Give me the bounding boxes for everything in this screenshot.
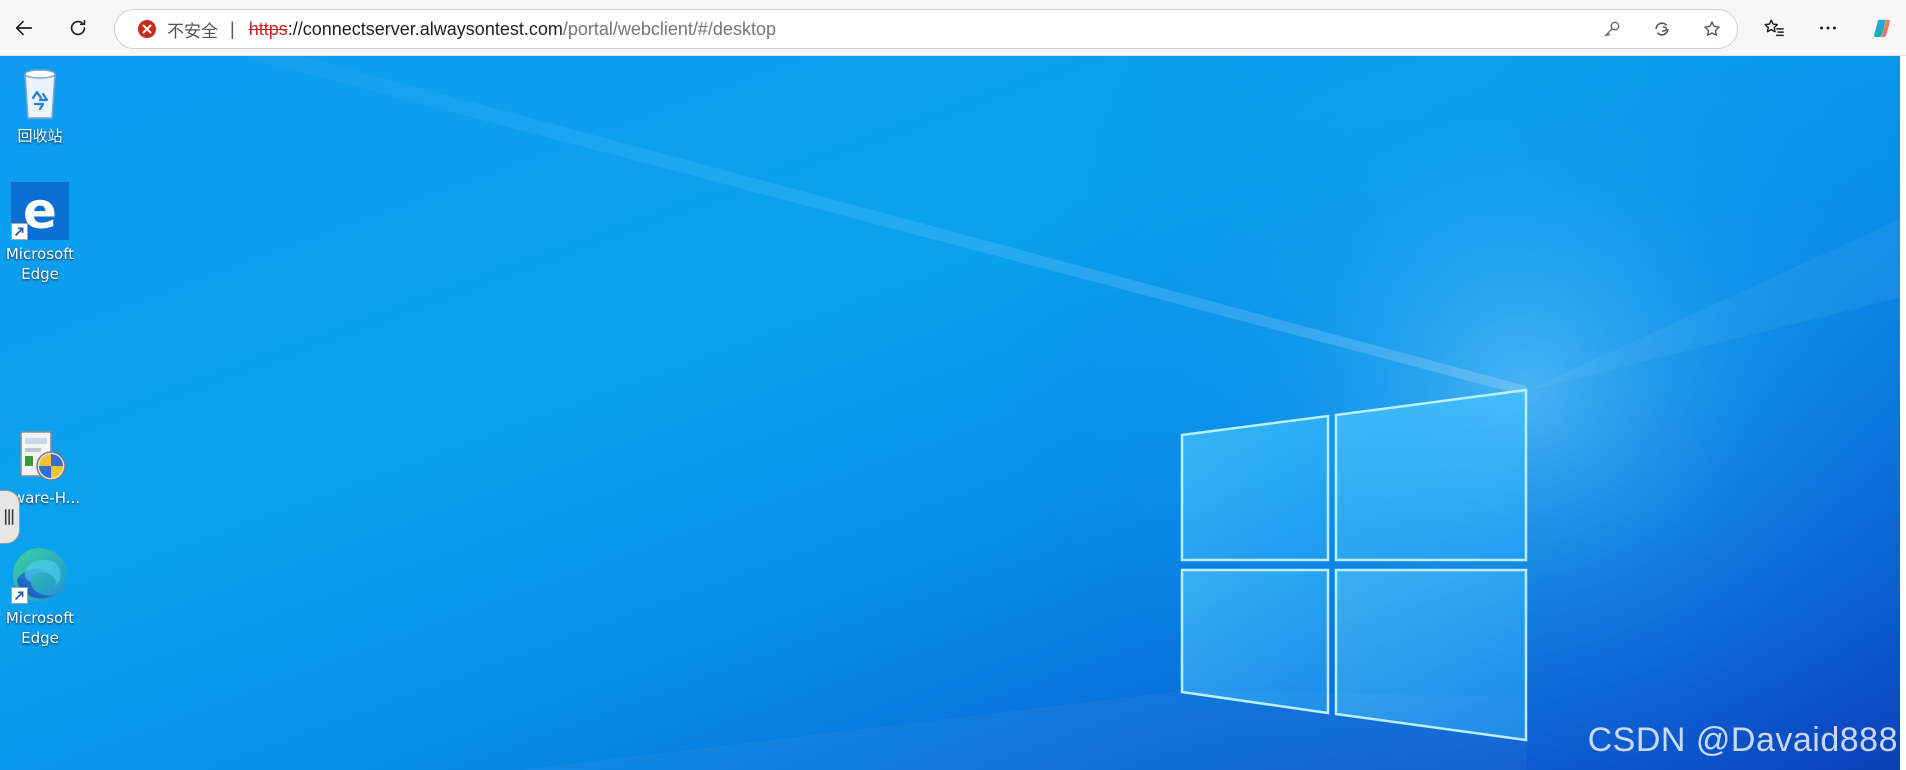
desktop-icon-label: Microsoft Edge	[5, 245, 75, 283]
recycle-bin-icon	[11, 64, 69, 122]
favorites-button[interactable]	[1756, 10, 1792, 46]
watermark: CSDN @Davaid888	[1587, 721, 1898, 759]
security-status-text[interactable]: 不安全	[167, 17, 218, 42]
back-button[interactable]	[6, 10, 42, 46]
refresh-icon	[70, 19, 86, 36]
url-scheme: https	[248, 18, 288, 39]
add-favorite-button[interactable]	[1687, 10, 1737, 48]
shortcut-arrow-icon	[11, 223, 28, 240]
favorites-icon	[1764, 19, 1784, 37]
url-path: /portal/webclient/#/desktop	[562, 18, 776, 39]
address-bar[interactable]: 不安全 | https://connectserver.alwaysontest…	[114, 9, 1738, 49]
address-separator: |	[230, 18, 235, 39]
more-options-button[interactable]	[1810, 10, 1846, 46]
desktop-icon-label: 回收站	[17, 127, 63, 145]
immersive-reader-icon	[1655, 22, 1669, 36]
back-arrow-icon	[15, 20, 33, 36]
password-key-button[interactable]	[1587, 10, 1637, 48]
url-host: ://connectserver.alwaysontest.com	[287, 18, 563, 39]
browser-toolbar: 不安全 | https://connectserver.alwaysontest…	[0, 0, 1906, 56]
edge-legacy-icon: e	[11, 182, 69, 240]
installer-icon	[11, 426, 69, 484]
not-secure-icon[interactable]	[137, 19, 157, 39]
immersive-reader-button[interactable]	[1637, 10, 1687, 48]
remote-desktop[interactable]: 回收站 e Microsoft Edge Mware-H... Microsof…	[0, 56, 1906, 770]
copilot-button[interactable]	[1864, 10, 1900, 46]
grip-icon	[4, 509, 13, 525]
shortcut-arrow-icon	[11, 587, 28, 604]
desktop-icon-edge[interactable]: Microsoft Edge	[0, 546, 81, 648]
refresh-button[interactable]	[60, 10, 96, 46]
copilot-icon	[1874, 19, 1890, 37]
star-icon	[1704, 21, 1720, 36]
desktop-icon-label: Microsoft Edge	[5, 609, 75, 647]
windows-wallpaper	[0, 56, 1906, 770]
more-icon	[1820, 26, 1836, 30]
page-scrollbar[interactable]	[1900, 56, 1906, 770]
address-bar-actions	[1587, 10, 1737, 48]
edge-icon	[11, 546, 69, 604]
svg-text:e: e	[23, 182, 57, 240]
client-toolbar-handle[interactable]	[0, 490, 20, 544]
desktop-icon-recycle-bin[interactable]: 回收站	[0, 64, 81, 146]
key-icon	[1604, 21, 1620, 37]
desktop-icon-edge-legacy[interactable]: e Microsoft Edge	[0, 182, 81, 284]
